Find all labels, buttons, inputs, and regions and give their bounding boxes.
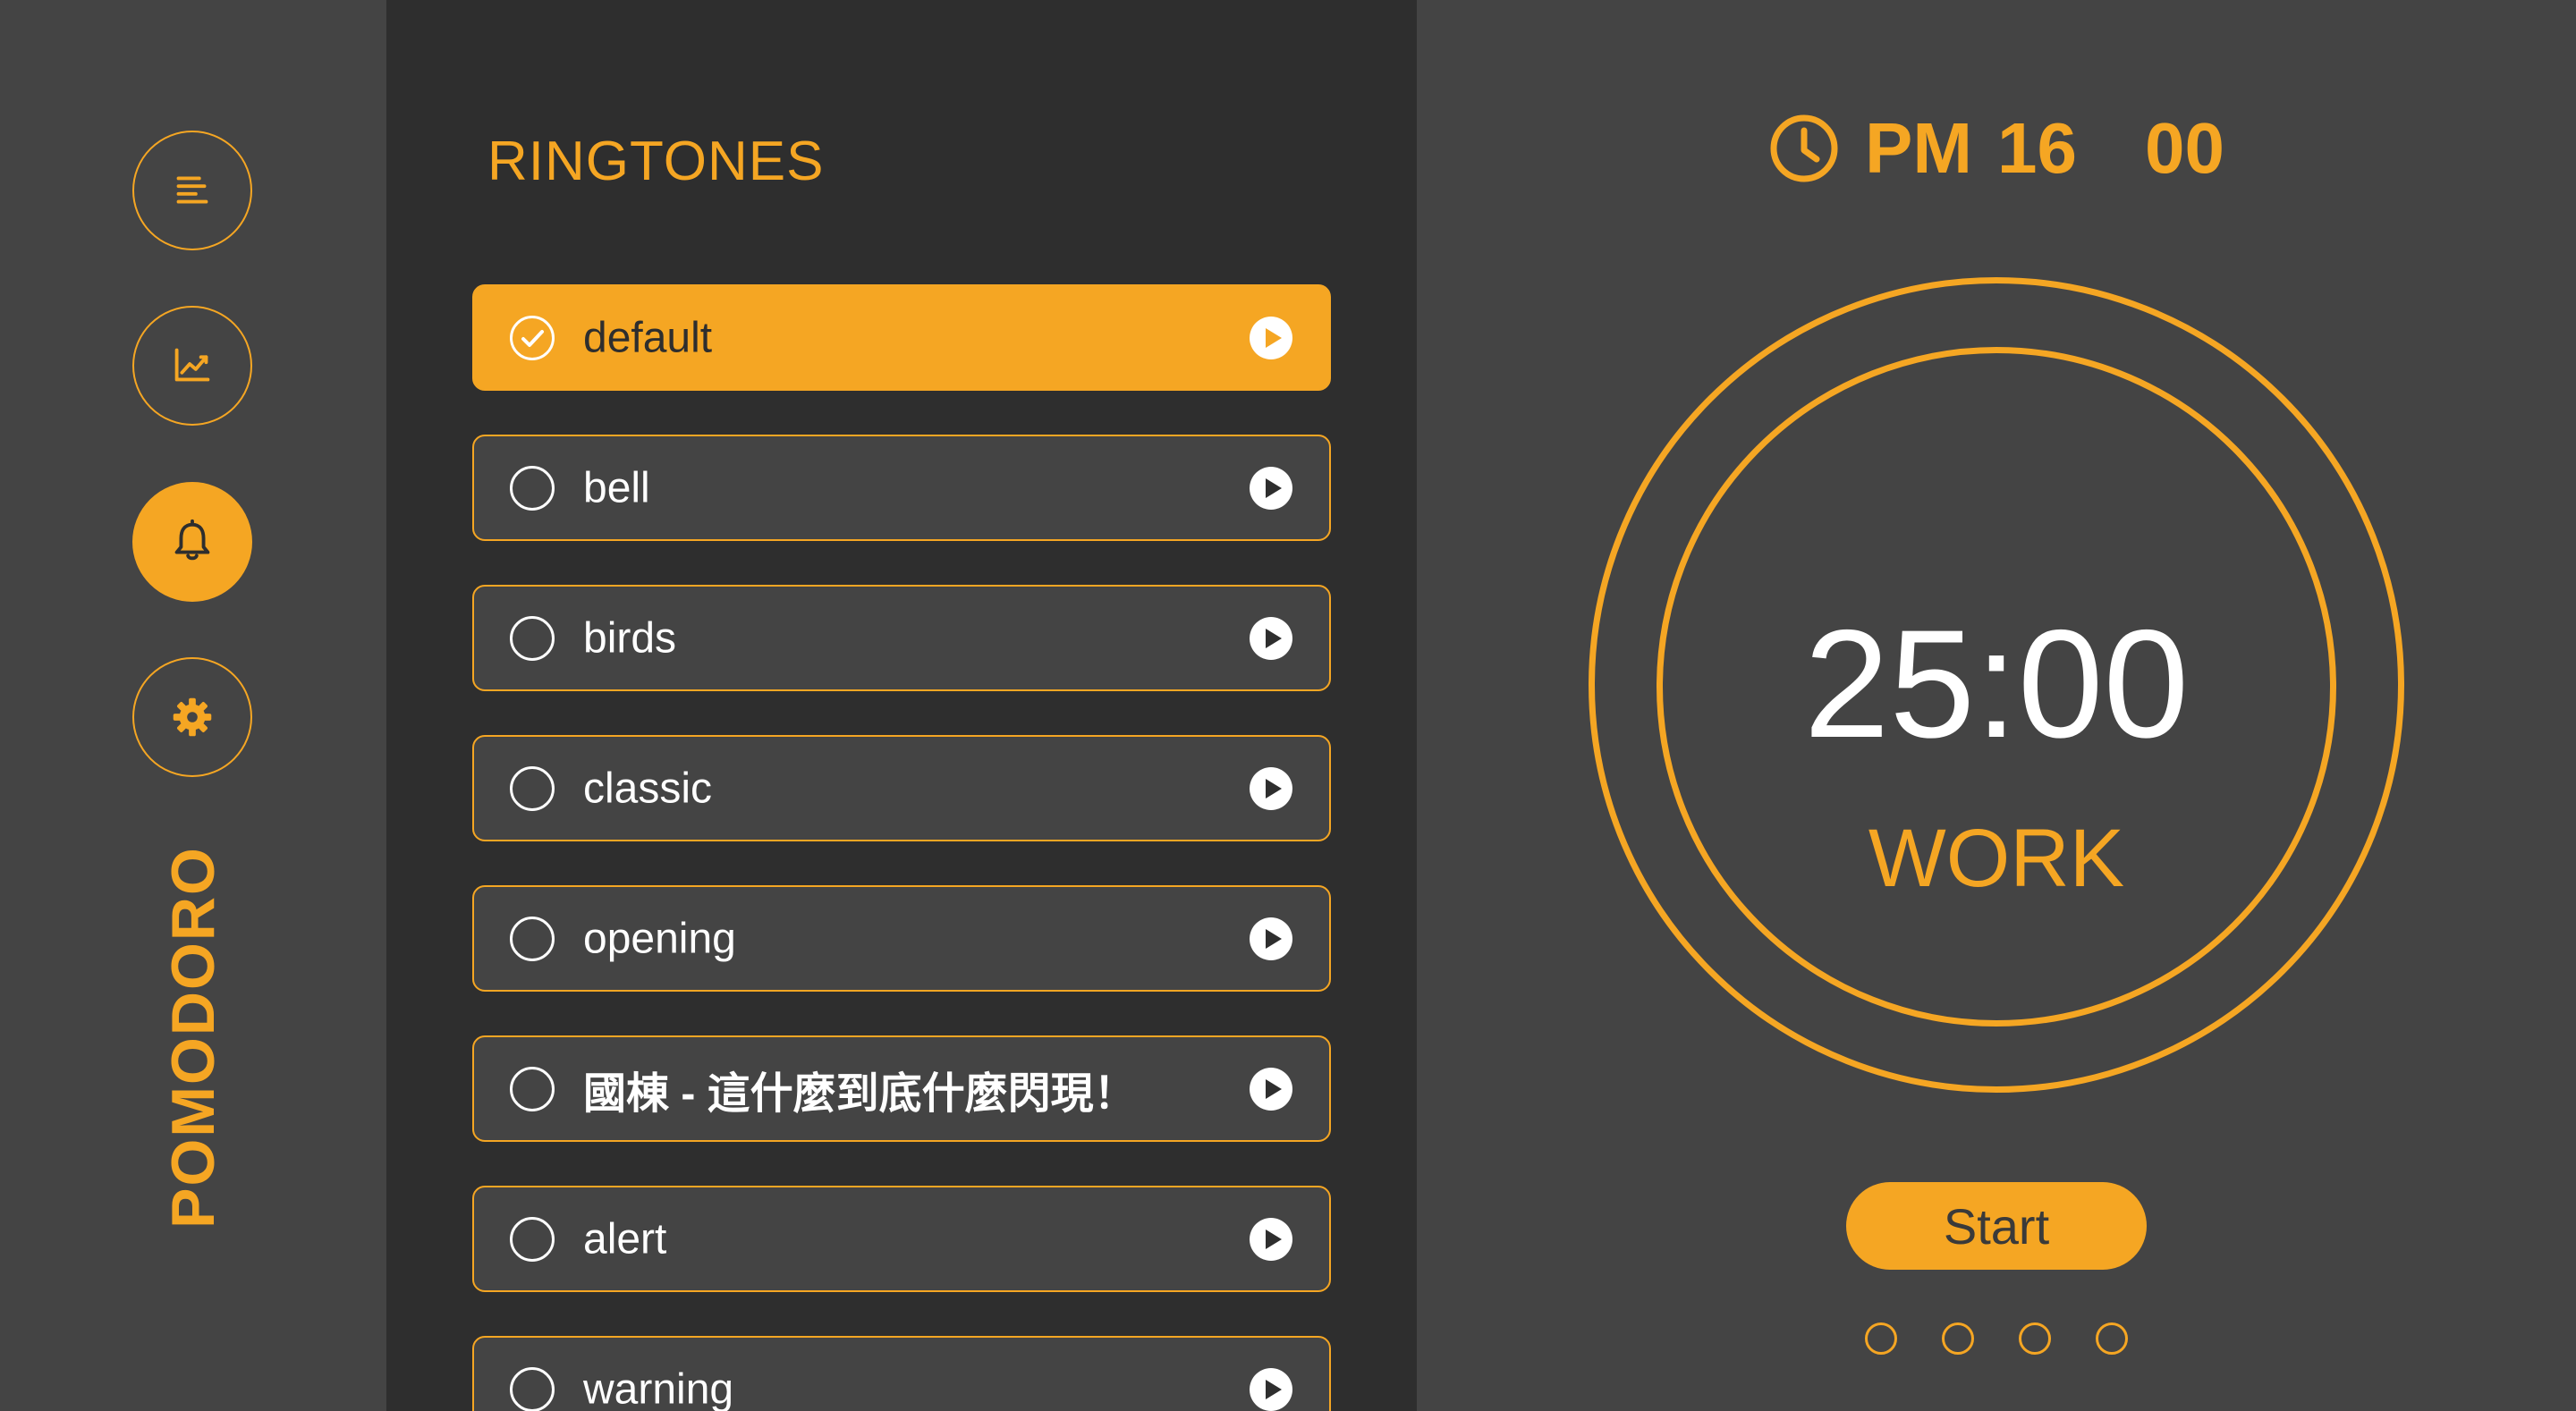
ringtone-item-custom[interactable]: 國棟 - 這什麼到底什麼閃現！ [472,1035,1331,1142]
radio-unchecked[interactable] [510,765,555,811]
timer-display: 25:00 [1803,598,2190,770]
ringtone-item-bell[interactable]: bell [472,435,1331,541]
clock-period: PM [1865,108,1973,188]
ringtone-item-alert[interactable]: alert [472,1186,1331,1292]
play-icon[interactable] [1249,616,1293,661]
app-brand: POMODORO [159,846,227,1229]
timer-mode: WORK [1868,813,2125,904]
ringtone-label: alert [583,1215,667,1263]
ringtone-label: birds [583,614,677,662]
play-icon[interactable] [1249,466,1293,511]
session-dot [1865,1322,1897,1355]
sidebar-item-stats[interactable] [132,306,252,426]
play-icon[interactable] [1249,766,1293,811]
ringtone-item-warning[interactable]: warning [472,1336,1331,1411]
play-icon[interactable] [1249,316,1293,360]
clock-hour: 16 [1997,108,2077,188]
ringtone-label: warning [583,1365,734,1411]
sidebar-item-settings[interactable] [132,657,252,777]
radio-unchecked[interactable] [510,1066,555,1111]
radio-unchecked[interactable] [510,916,555,961]
radio-unchecked[interactable] [510,1216,555,1262]
radio-unchecked[interactable] [510,1366,555,1411]
play-icon[interactable] [1249,917,1293,961]
panel-title: RINGTONES [487,131,825,192]
timer-area: PM 16 00 25:00 WORK Start [1417,0,2576,1411]
list-icon [176,176,208,204]
radio-unchecked[interactable] [510,465,555,511]
radio-checked[interactable] [510,315,555,360]
ringtone-item-opening[interactable]: opening [472,885,1331,992]
ringtone-item-birds[interactable]: birds [472,585,1331,691]
clock-minute: 00 [2145,108,2224,188]
sidebar-item-ringtones[interactable] [132,482,252,602]
ringtone-item-classic[interactable]: classic [472,735,1331,841]
radio-unchecked[interactable] [510,615,555,661]
current-time: PM 16 00 [1417,106,2576,191]
ringtone-label: classic [583,765,713,812]
session-dot [1942,1322,1974,1355]
session-dot [2019,1322,2051,1355]
ringtone-label: opening [583,915,736,962]
ringtone-label: default [583,314,713,361]
play-icon[interactable] [1249,1367,1293,1411]
sidebar: POMODORO [0,0,386,1411]
gear-icon [173,697,212,737]
ringtone-item-default[interactable]: default [472,284,1331,391]
session-progress [1417,1322,2576,1355]
bell-icon [174,519,210,561]
play-icon[interactable] [1249,1217,1293,1262]
sidebar-item-list[interactable] [132,131,252,250]
check-icon [521,329,544,347]
ringtone-label: 國棟 - 這什麼到底什麼閃現！ [583,1069,1137,1118]
ringtones-panel: RINGTONES default bell birds classic ope… [386,0,1417,1411]
play-icon[interactable] [1249,1067,1293,1111]
chart-icon [174,348,210,382]
ringtone-label: bell [583,464,650,511]
session-dot [2096,1322,2128,1355]
clock-icon [1770,114,1838,182]
start-button[interactable]: Start [1846,1182,2147,1270]
